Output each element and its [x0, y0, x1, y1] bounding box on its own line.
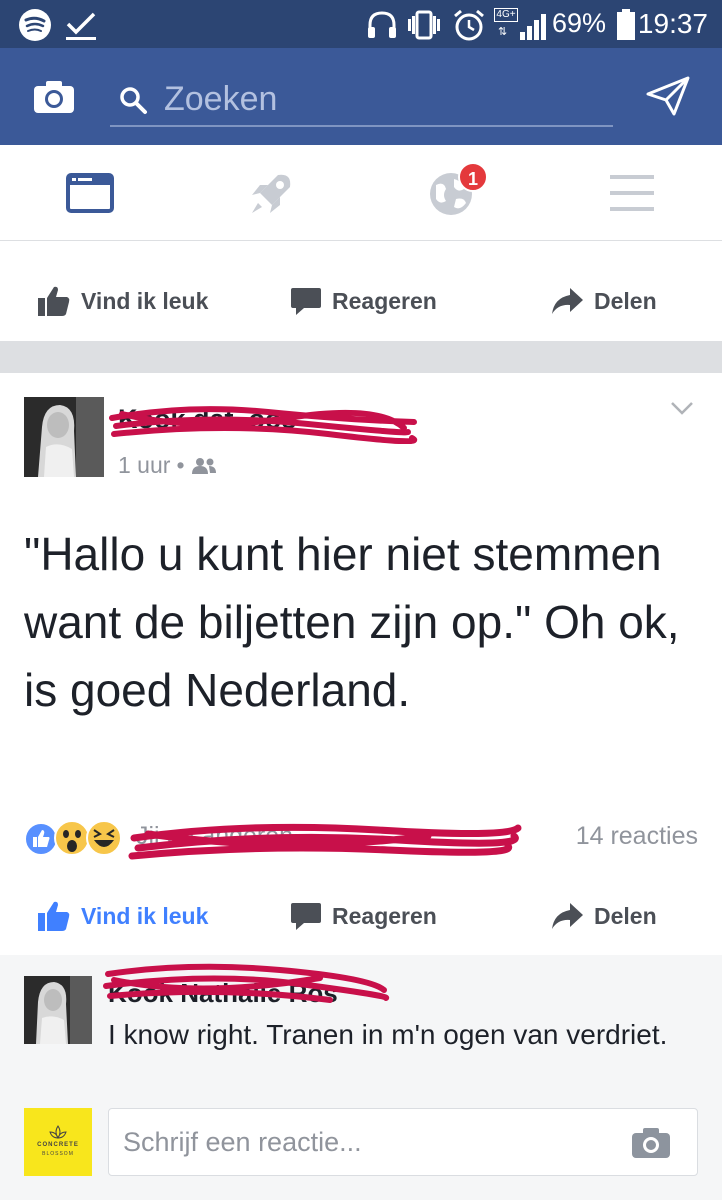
comment-icon	[291, 288, 321, 315]
headphones-icon	[368, 11, 396, 38]
chevron-down-icon[interactable]	[670, 400, 694, 416]
comment-label: Reageren	[332, 902, 437, 929]
app-header	[0, 48, 722, 145]
tab-explore[interactable]	[212, 145, 332, 241]
comment-text: I know right. Tranen in m'n ogen van ver…	[108, 1019, 668, 1050]
search-bar[interactable]	[110, 75, 613, 127]
comment-input[interactable]	[123, 1119, 603, 1165]
post-text: "Hallo u kunt hier niet stemmen want de …	[24, 528, 680, 716]
status-bar: 4G+ ⇅ 69% 19:37	[0, 0, 722, 48]
messenger-icon[interactable]	[646, 76, 690, 116]
like-button[interactable]: Vind ik leuk	[37, 876, 208, 956]
nav-tabs	[0, 145, 722, 241]
commenter-avatar[interactable]	[24, 976, 92, 1044]
clock: 19:37	[637, 8, 708, 39]
battery-percent: 69%	[551, 8, 606, 38]
share-button[interactable]: Delen	[550, 261, 657, 341]
previous-post-actions: Vind ik leuk Reageren Delen	[0, 261, 722, 341]
rocket-icon	[252, 174, 291, 213]
like-reaction-icon	[24, 822, 58, 856]
menu-icon	[610, 175, 654, 211]
comment-composer[interactable]	[108, 1108, 698, 1176]
post-time[interactable]: 1 uur	[118, 452, 170, 479]
spotify-icon	[19, 9, 51, 41]
notification-badge: 1	[458, 162, 488, 192]
post-meta: 1 uur •	[118, 452, 217, 479]
redaction-scribble	[128, 823, 522, 860]
comment-label: Reageren	[332, 287, 437, 314]
meta-dot: •	[176, 452, 185, 478]
logo-text: CONCRETE	[37, 1142, 79, 1148]
post-actions: Vind ik leuk Reageren Delen	[0, 876, 722, 956]
share-button[interactable]: Delen	[550, 876, 657, 956]
share-label: Delen	[594, 902, 657, 929]
like-button[interactable]: Vind ik leuk	[37, 261, 208, 341]
logo-subtext: BLOSSOM	[42, 1151, 74, 1157]
haha-reaction-icon	[86, 820, 122, 856]
reactions-count[interactable]: 14 reacties	[576, 822, 698, 851]
comment-button[interactable]: Reageren	[290, 876, 437, 956]
signal-icon	[520, 14, 546, 40]
profile-photo	[24, 397, 104, 477]
reaction-icons[interactable]	[24, 820, 124, 856]
redaction-scribble	[109, 406, 417, 444]
camera-icon[interactable]	[631, 1127, 671, 1159]
lotus-icon	[49, 1125, 67, 1139]
thumbs-up-icon	[38, 901, 70, 931]
redaction-scribble	[103, 963, 390, 1003]
search-input[interactable]	[164, 77, 604, 121]
tab-notifications[interactable]	[392, 145, 512, 241]
vibrate-icon	[408, 10, 440, 40]
friends-icon	[191, 457, 216, 474]
camera-icon[interactable]	[33, 80, 75, 114]
tab-menu[interactable]	[572, 145, 692, 241]
comment-button[interactable]: Reageren	[290, 261, 437, 341]
avatar[interactable]	[24, 397, 104, 477]
news-feed-icon	[66, 173, 114, 213]
download-done-icon	[66, 12, 96, 40]
page-logo[interactable]: CONCRETE BLOSSOM	[24, 1108, 92, 1176]
alarm-icon	[454, 9, 484, 41]
profile-photo	[24, 976, 92, 1044]
4g-lte-icon: 4G+ ⇅	[494, 8, 518, 38]
comment-icon	[291, 903, 321, 930]
share-icon	[552, 903, 583, 929]
like-label: Vind ik leuk	[81, 287, 209, 314]
wow-reaction-icon	[54, 820, 90, 856]
share-label: Delen	[594, 287, 657, 314]
battery-icon	[617, 9, 635, 40]
tab-news-feed[interactable]	[30, 145, 150, 241]
search-icon	[120, 87, 147, 114]
feed-separator	[0, 341, 722, 373]
thumbs-up-icon	[38, 286, 70, 316]
network-type: 4G+	[494, 8, 518, 22]
like-label: Vind ik leuk	[81, 902, 209, 929]
share-icon	[552, 288, 583, 314]
